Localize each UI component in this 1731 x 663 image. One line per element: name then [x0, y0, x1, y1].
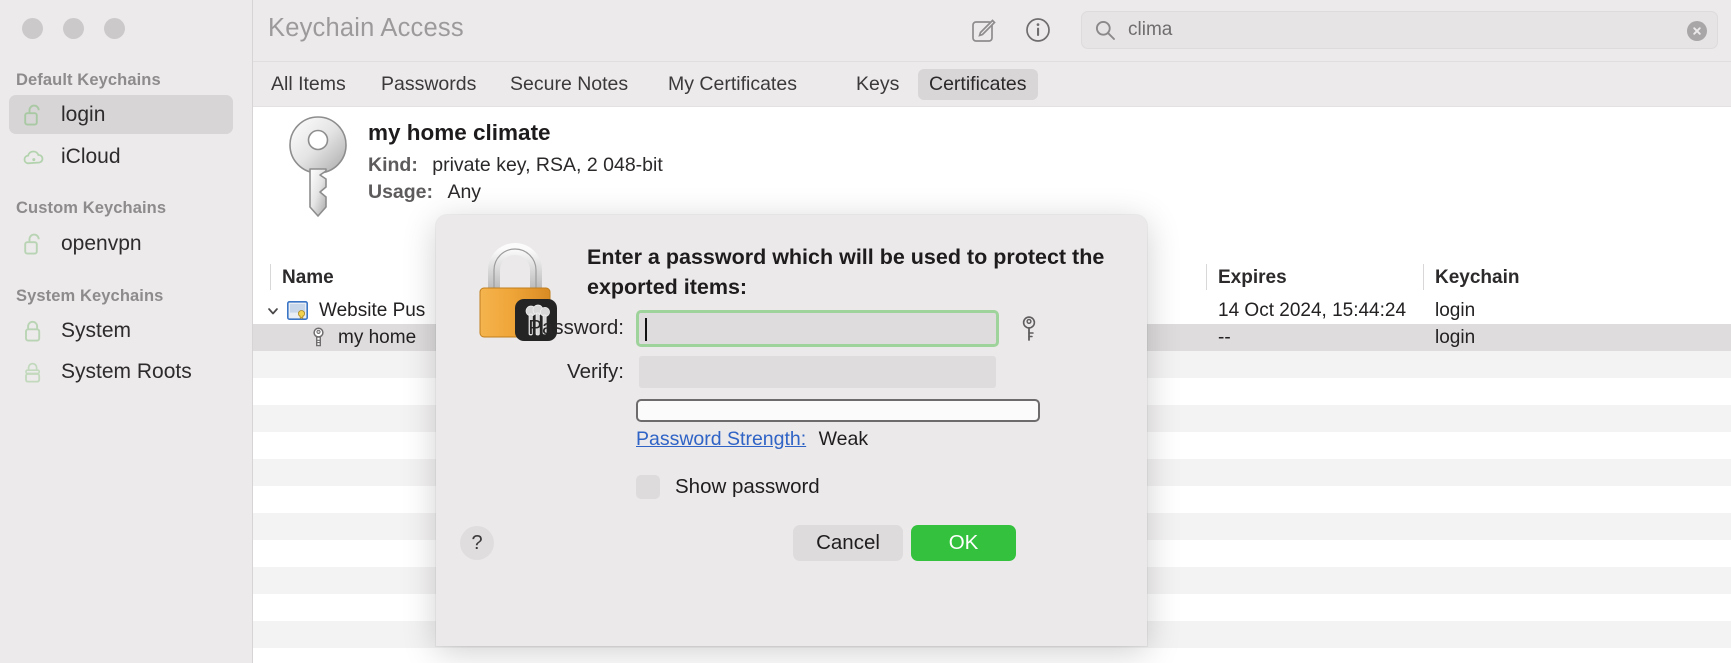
search-icon [1094, 19, 1116, 41]
detail-value: Any [447, 181, 482, 203]
sidebar-item-label: System Roots [61, 359, 192, 383]
cancel-button[interactable]: Cancel [793, 525, 903, 561]
password-strength-row: Password Strength: Weak [636, 428, 868, 451]
detail-row-usage: Usage: Any [368, 181, 481, 204]
search-input[interactable]: clima [1081, 11, 1718, 49]
sidebar-item-login[interactable]: login [9, 95, 233, 134]
unlocked-padlock-icon [23, 232, 45, 256]
row-expires: -- [1218, 327, 1231, 348]
key-icon [277, 113, 359, 223]
tab-passwords[interactable]: Passwords [370, 69, 487, 100]
ok-button[interactable]: OK [911, 525, 1016, 561]
sidebar-group-title-default: Default Keychains [16, 71, 161, 89]
detail-key: Kind: [368, 154, 418, 176]
tab-my-certificates[interactable]: My Certificates [657, 69, 808, 100]
verify-input[interactable] [639, 356, 996, 388]
column-header-expires[interactable]: Expires [1218, 267, 1287, 289]
show-password-checkbox[interactable] [636, 475, 660, 499]
row-name: Website Pus [319, 300, 426, 321]
sidebar-item-label: System [61, 318, 132, 342]
row-name: my home [338, 327, 417, 348]
tab-keys[interactable]: Keys [845, 69, 910, 100]
show-password-row[interactable]: Show password [636, 475, 820, 499]
locked-padlock-icon [23, 319, 45, 343]
column-header-keychain[interactable]: Keychain [1435, 267, 1519, 289]
tab-all-items[interactable]: All Items [260, 69, 357, 100]
toolbar: Keychain Access clima [253, 0, 1731, 61]
password-strength-link[interactable]: Password Strength: [636, 428, 806, 450]
verify-label: Verify: [567, 360, 624, 383]
column-header-name[interactable]: Name [282, 267, 334, 289]
sidebar-item-system[interactable]: System [9, 311, 233, 350]
cloud-icon [23, 145, 45, 169]
help-button[interactable]: ? [460, 526, 494, 560]
detail-key: Usage: [368, 181, 434, 203]
minimize-button[interactable] [63, 18, 84, 39]
table-row-empty [253, 648, 1731, 663]
password-input[interactable] [636, 310, 999, 347]
show-password-label: Show password [675, 475, 820, 498]
column-divider[interactable] [270, 264, 271, 290]
detail-title: my home climate [368, 120, 551, 145]
compose-icon[interactable] [965, 12, 1001, 48]
sidebar-item-openvpn[interactable]: openvpn [9, 224, 233, 263]
sidebar-item-label: iCloud [61, 144, 121, 168]
info-circle-icon[interactable] [1020, 12, 1056, 48]
detail-value: private key, RSA, 2 048-bit [432, 154, 663, 176]
row-keychain: login [1435, 300, 1476, 321]
tab-certificates[interactable]: Certificates [918, 69, 1038, 100]
chevron-down-icon[interactable] [266, 304, 280, 318]
row-expires: 14 Oct 2024, 15:44:24 [1218, 300, 1407, 321]
password-strength-value: Weak [818, 428, 869, 450]
row-keychain: login [1435, 327, 1476, 348]
unlocked-padlock-icon [23, 103, 45, 127]
certificate-icon [287, 301, 308, 325]
dialog-title: Enter a password which will be used to p… [587, 245, 1105, 299]
key-outline-icon[interactable] [1019, 315, 1039, 348]
zoom-button[interactable] [104, 18, 125, 39]
sidebar-item-label: login [61, 102, 106, 126]
close-button[interactable] [22, 18, 43, 39]
sidebar-item-label: openvpn [61, 231, 142, 255]
column-divider[interactable] [1206, 264, 1207, 290]
tab-secure-notes[interactable]: Secure Notes [499, 69, 639, 100]
column-divider[interactable] [1423, 264, 1424, 290]
page-title: Keychain Access [268, 14, 464, 42]
tab-bar: All Items Passwords Secure Notes My Cert… [253, 61, 1731, 106]
sidebar-group-title-custom: Custom Keychains [16, 199, 167, 217]
sidebar: Default Keychains login iCloud Custom Ke… [0, 0, 253, 663]
keychain-access-window: Default Keychains login iCloud Custom Ke… [0, 0, 1731, 663]
sidebar-item-system-roots[interactable]: System Roots [9, 352, 233, 391]
sidebar-group-title-system: System Keychains [16, 287, 164, 305]
sidebar-item-icloud[interactable]: iCloud [9, 137, 233, 176]
window-controls [22, 18, 125, 39]
key-small-icon [310, 327, 327, 353]
export-password-dialog: Enter a password which will be used to p… [436, 215, 1147, 646]
search-value: clima [1128, 19, 1173, 40]
text-caret [645, 318, 647, 341]
password-label: Password: [528, 316, 624, 339]
detail-row-kind: Kind: private key, RSA, 2 048-bit [368, 154, 663, 177]
locked-padlock-stack-icon [23, 360, 45, 384]
password-strength-bar [636, 399, 1040, 422]
clear-circle-icon[interactable] [1687, 21, 1707, 41]
